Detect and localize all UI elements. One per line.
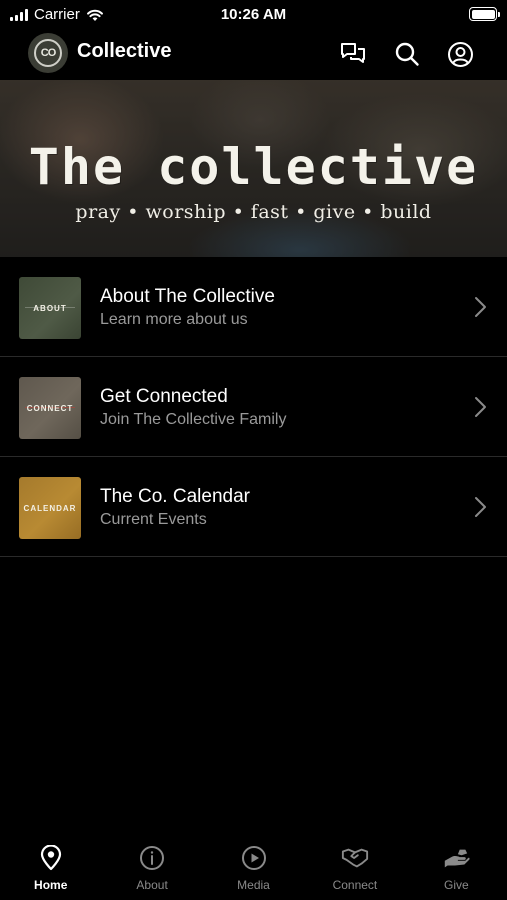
play-icon bbox=[240, 844, 268, 872]
tab-connect[interactable]: Connect bbox=[304, 840, 405, 900]
hero-subtitle: pray • worship • fast • give • build bbox=[75, 201, 432, 223]
tab-home[interactable]: Home bbox=[0, 840, 101, 900]
tab-bar: Home About Media Connect Give bbox=[0, 840, 507, 900]
menu-item-title: Get Connected bbox=[100, 386, 228, 407]
calendar-thumbnail: CALENDAR bbox=[19, 477, 81, 539]
tab-label: Give bbox=[443, 878, 469, 892]
status-bar: Carrier 10:26 AM bbox=[0, 0, 507, 30]
menu-item-subtitle: Join The Collective Family bbox=[100, 411, 287, 428]
location-pin-icon bbox=[37, 844, 65, 872]
menu-item-about[interactable]: ABOUT About The Collective Learn more ab… bbox=[0, 257, 507, 357]
giving-hand-icon bbox=[442, 844, 470, 872]
about-thumbnail: ABOUT bbox=[19, 277, 81, 339]
hero-title: The collective bbox=[28, 138, 479, 196]
thumbnail-label: CONNECT bbox=[26, 403, 74, 413]
app-header: CO Collective bbox=[0, 30, 507, 78]
search-icon[interactable] bbox=[392, 39, 422, 69]
tab-give[interactable]: Give bbox=[406, 840, 507, 900]
chat-icon[interactable] bbox=[338, 39, 368, 69]
hero-banner[interactable]: The collective pray • worship • fast • g… bbox=[0, 80, 507, 257]
info-icon bbox=[138, 844, 166, 872]
church-logo[interactable]: CO bbox=[28, 33, 68, 73]
tab-label: Connect bbox=[332, 878, 378, 892]
battery-icon bbox=[469, 7, 500, 21]
logo-mark: CO bbox=[34, 39, 62, 67]
thumbnail-label: ABOUT bbox=[33, 303, 67, 313]
account-icon[interactable] bbox=[445, 39, 475, 69]
menu-item-subtitle: Learn more about us bbox=[100, 311, 248, 328]
menu-item-calendar[interactable]: CALENDAR The Co. Calendar Current Events bbox=[0, 457, 507, 557]
menu-list: ABOUT About The Collective Learn more ab… bbox=[0, 257, 507, 557]
thumbnail-label: CALENDAR bbox=[23, 503, 77, 513]
app-title: Collective bbox=[77, 40, 172, 62]
tab-label: Media bbox=[237, 878, 270, 892]
tab-media[interactable]: Media bbox=[203, 840, 304, 900]
chevron-right-icon bbox=[475, 397, 486, 417]
chevron-right-icon bbox=[475, 297, 486, 317]
tab-about[interactable]: About bbox=[101, 840, 202, 900]
tab-label: About bbox=[136, 878, 168, 892]
status-time: 10:26 AM bbox=[220, 6, 287, 23]
connect-thumbnail: CONNECT bbox=[19, 377, 81, 439]
menu-item-title: The Co. Calendar bbox=[100, 486, 250, 507]
menu-item-title: About The Collective bbox=[100, 286, 275, 307]
handshake-icon bbox=[341, 844, 369, 872]
menu-item-connect[interactable]: CONNECT Get Connected Join The Collectiv… bbox=[0, 357, 507, 457]
tab-label: Home bbox=[34, 878, 68, 892]
menu-item-subtitle: Current Events bbox=[100, 511, 207, 528]
chevron-right-icon bbox=[475, 497, 486, 517]
